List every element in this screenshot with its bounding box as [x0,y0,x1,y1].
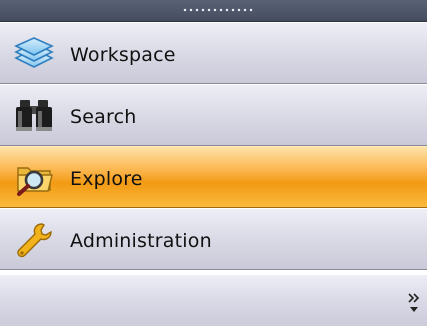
binoculars-icon [12,98,56,134]
pane-bottom-edge [0,326,427,330]
nav-item-workspace[interactable]: Workspace [0,22,427,84]
chevron-double-right-icon[interactable] [407,291,421,317]
nav-item-label: Explore [70,168,143,190]
nav-item-explore[interactable]: Explore [0,146,427,208]
folder-magnifier-icon [12,160,56,196]
grip-dots-icon [182,8,254,12]
layers-icon [12,36,56,72]
nav-pane-footer [0,274,427,330]
wrench-icon [12,222,56,258]
nav-item-label: Workspace [70,44,176,66]
nav-item-label: Administration [70,230,212,252]
navigation-pane: Workspace Search Explore Administration [0,0,427,330]
pane-splitter-grip[interactable] [0,0,427,22]
nav-item-administration[interactable]: Administration [0,208,427,270]
nav-item-search[interactable]: Search [0,84,427,146]
nav-item-label: Search [70,106,137,128]
